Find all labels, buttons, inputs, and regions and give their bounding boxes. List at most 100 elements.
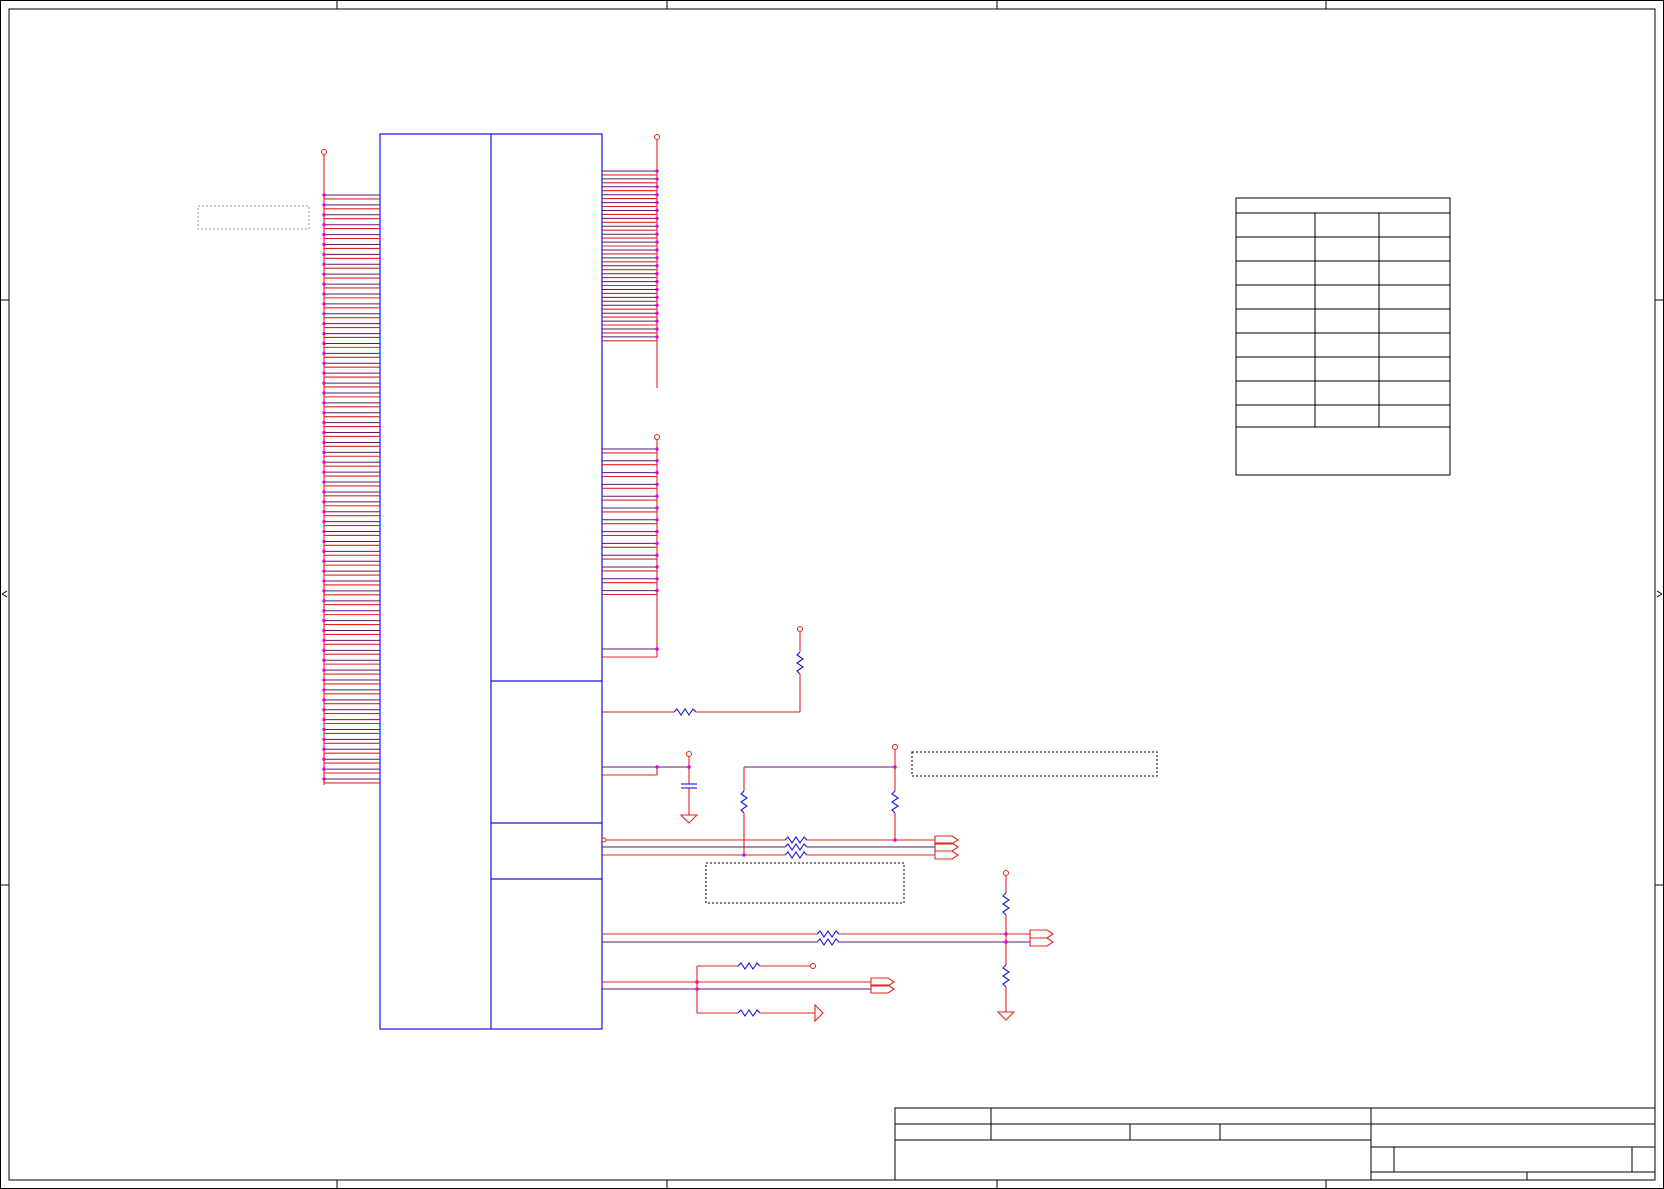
left-pin-stub xyxy=(322,450,380,457)
resistor-icon xyxy=(737,962,761,970)
left-pin-stub xyxy=(322,222,380,230)
right-pin-stub xyxy=(602,565,659,572)
left-pin-stub xyxy=(322,213,380,220)
left-pin-stub xyxy=(322,529,380,536)
right-pin-stub xyxy=(602,264,659,271)
power-pin-icon xyxy=(654,134,660,140)
left-pin-stub xyxy=(322,430,380,438)
left-pin-stub xyxy=(322,460,380,467)
strap-net xyxy=(602,962,895,1023)
left-pin-stub xyxy=(322,777,380,784)
left-pin-stub xyxy=(322,648,380,655)
left-pin-stub xyxy=(322,539,380,546)
left-pin-stub xyxy=(322,688,380,695)
left-pin-stub xyxy=(322,638,380,645)
left-pin-stub xyxy=(322,331,380,339)
diff-pair-net-1 xyxy=(601,744,959,860)
right-pin-stub xyxy=(602,216,659,223)
left-pin-stub xyxy=(322,480,380,487)
left-pin-bus xyxy=(321,149,380,785)
left-pin-stub xyxy=(322,470,380,477)
schematic-sheet xyxy=(0,0,1664,1189)
left-pin-stub xyxy=(322,747,380,754)
offpage-connector-icon xyxy=(1029,937,1054,947)
resistor-icon xyxy=(740,790,748,814)
right-pin-stub xyxy=(602,327,659,334)
config-table xyxy=(1235,197,1451,476)
resistor-icon xyxy=(784,851,808,859)
left-pin-stub xyxy=(322,381,380,388)
left-pin-stub xyxy=(322,658,380,665)
resistor-icon xyxy=(1002,964,1010,988)
right-pin-stub xyxy=(602,185,659,192)
left-pin-stub xyxy=(322,420,380,428)
left-pin-stub xyxy=(322,757,380,764)
left-pin-stub xyxy=(322,411,380,418)
left-pin-stub xyxy=(322,391,380,398)
left-pin-stub xyxy=(322,579,380,586)
left-pin-stub xyxy=(322,767,380,774)
offpage-connector-icon xyxy=(934,850,959,860)
left-pin-stub xyxy=(322,203,380,210)
left-pin-stub xyxy=(322,262,380,269)
right-pin-stub xyxy=(602,279,659,287)
resistor-icon xyxy=(784,836,808,844)
resistor-icon xyxy=(816,930,840,938)
power-pin-icon xyxy=(686,751,692,757)
power-pin-icon xyxy=(810,963,816,969)
left-pin-stub xyxy=(322,401,380,408)
resistor-icon xyxy=(891,790,899,814)
left-pin-stub xyxy=(322,440,380,447)
left-pin-stub xyxy=(322,312,380,319)
right-pin-stub xyxy=(602,208,659,215)
left-pin-stub xyxy=(322,559,380,566)
right-pin-stub xyxy=(602,169,659,176)
right-pin-bus-2 xyxy=(602,434,660,602)
power-pin-icon xyxy=(654,434,660,440)
right-pin-stub xyxy=(602,494,659,501)
left-pin-stub xyxy=(322,708,380,715)
left-pin-stub xyxy=(322,549,380,556)
right-pin-stub xyxy=(602,588,659,596)
right-pin-stub xyxy=(602,506,659,513)
right-pin-stub xyxy=(602,470,659,478)
left-pin-stub xyxy=(322,321,380,329)
right-pin-stub xyxy=(602,482,659,489)
ground-icon xyxy=(679,814,699,824)
power-pin-icon xyxy=(797,626,803,632)
right-pin-stub xyxy=(602,553,659,560)
left-pin-stub xyxy=(322,727,380,734)
left-pin-stub xyxy=(322,252,380,259)
title-block xyxy=(894,1107,1656,1181)
left-pin-stub xyxy=(322,272,380,279)
right-pin-stub xyxy=(602,295,659,302)
left-pin-stub xyxy=(322,341,380,348)
left-pin-stub xyxy=(322,282,380,289)
right-pin-stub xyxy=(602,200,659,208)
main-ic-symbol xyxy=(379,133,603,1030)
left-pin-stub xyxy=(322,599,380,606)
diff-pair-net-2 xyxy=(602,870,1054,1021)
right-pin-pair xyxy=(602,602,659,658)
left-pin-stub xyxy=(322,193,380,200)
right-pin-stub xyxy=(602,529,659,537)
left-pin-stub xyxy=(322,569,380,576)
ground-icon xyxy=(814,1003,824,1023)
right-pin-stub xyxy=(602,311,659,318)
right-pin-stub xyxy=(602,256,659,263)
dashed-note-box xyxy=(705,862,905,904)
right-pin-stub xyxy=(602,248,659,255)
power-pin-icon xyxy=(321,149,327,155)
left-pin-stub xyxy=(322,351,380,358)
left-pin-stub xyxy=(322,678,380,685)
right-pin-stub xyxy=(602,518,659,525)
power-pin-icon xyxy=(1003,870,1009,876)
left-pin-stub xyxy=(322,371,380,378)
capacitor-icon xyxy=(681,783,697,789)
right-pin-stub xyxy=(602,447,659,454)
right-pin-stub xyxy=(602,303,659,310)
dashed-note-box xyxy=(911,751,1158,777)
resistor-icon xyxy=(784,843,808,851)
left-pin-stub xyxy=(322,302,380,309)
ground-icon xyxy=(996,1011,1016,1021)
